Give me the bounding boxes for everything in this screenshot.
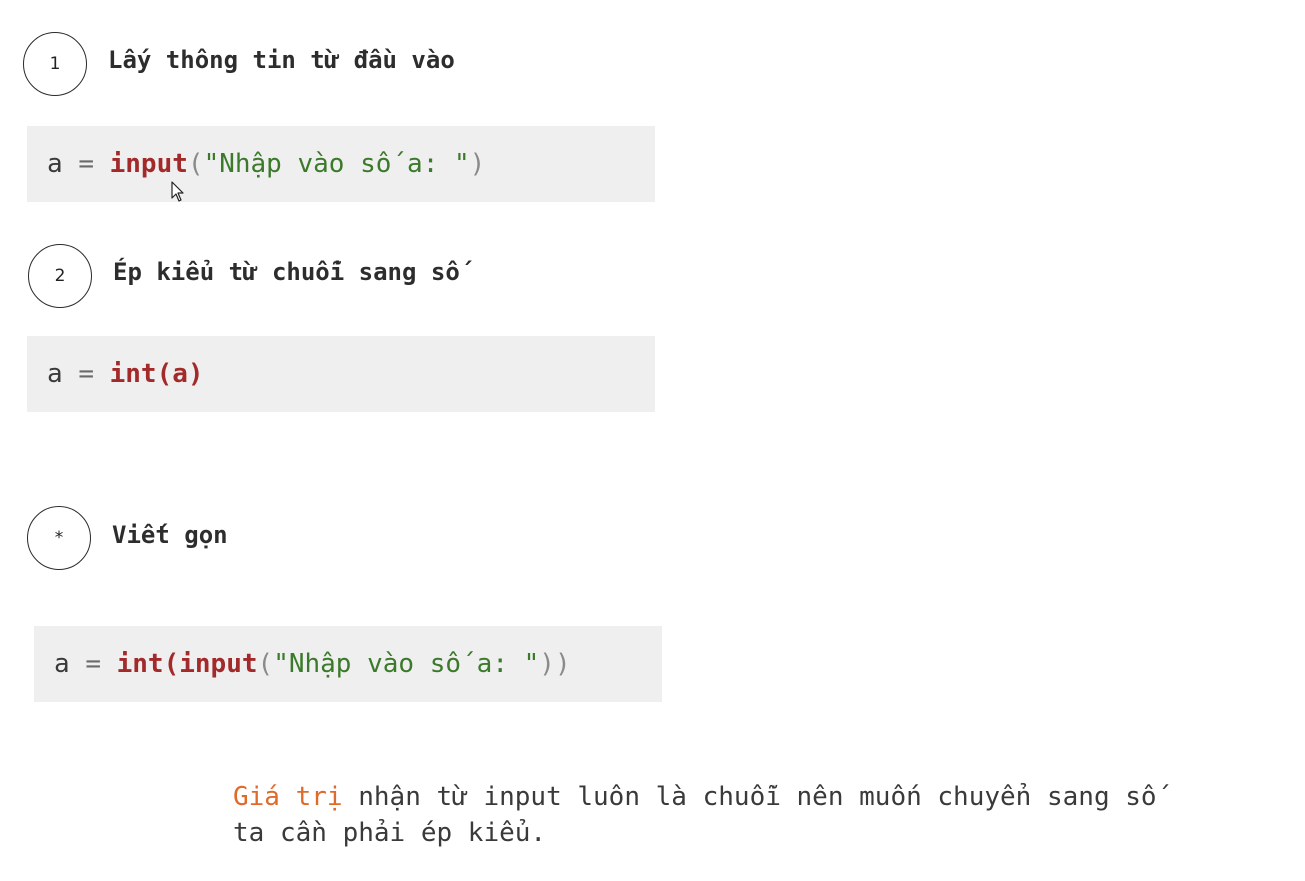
code-variable: a xyxy=(47,149,63,179)
code-operator: = xyxy=(85,649,101,679)
code-expression: int(a) xyxy=(109,359,204,389)
step-1-code-block: a = input("Nhập vào số a: ") xyxy=(27,126,655,202)
code-paren-close: ) xyxy=(539,649,555,679)
note-line-2: ta cần phải ép kiểu. xyxy=(233,818,547,848)
code-inner-function: input xyxy=(179,649,258,679)
code-operator: = xyxy=(78,149,94,179)
step-shortcut-title: Viết gọn xyxy=(112,521,228,549)
slide: 1 Lấy thông tin từ đầu vào a = input("Nh… xyxy=(0,0,1305,881)
code-variable: a xyxy=(54,649,70,679)
code-string: "Nhập vào số a: " xyxy=(273,649,540,679)
note-line-1-text: nhận từ input luôn là chuỗi nên muốn chu… xyxy=(342,782,1157,812)
code-operator: = xyxy=(78,359,94,389)
code-variable: a xyxy=(47,359,63,389)
code-string: "Nhập vào số a: " xyxy=(203,149,470,179)
step-1-number: 1 xyxy=(49,54,61,74)
step-2-badge: 2 xyxy=(28,244,92,308)
step-shortcut-badge: * xyxy=(27,506,91,570)
code-outer-function: int( xyxy=(116,649,180,679)
code-function: input xyxy=(109,149,188,179)
step-shortcut-code-block: a = int(input("Nhập vào số a: ")) xyxy=(34,626,662,702)
mouse-pointer-icon xyxy=(171,181,184,202)
code-outer-paren-close: ) xyxy=(554,649,571,679)
step-1-title: Lấy thông tin từ đầu vào xyxy=(108,46,455,74)
note-highlight: Giá trị xyxy=(233,782,343,812)
step-2-title: Ép kiểu từ chuỗi sang số xyxy=(113,258,460,286)
note-line-1: Giá trị nhận từ input luôn là chuỗi nên … xyxy=(233,779,1293,815)
step-shortcut-symbol: * xyxy=(54,528,64,548)
code-paren-close: ) xyxy=(469,149,486,179)
code-paren-open: ( xyxy=(187,149,204,179)
step-2-code-block: a = int(a) xyxy=(27,336,655,412)
explanation-note: Giá trị nhận từ input luôn là chuỗi nên … xyxy=(233,779,1293,851)
code-paren-open: ( xyxy=(257,649,274,679)
step-1-badge: 1 xyxy=(23,32,87,96)
step-2-number: 2 xyxy=(54,266,66,286)
